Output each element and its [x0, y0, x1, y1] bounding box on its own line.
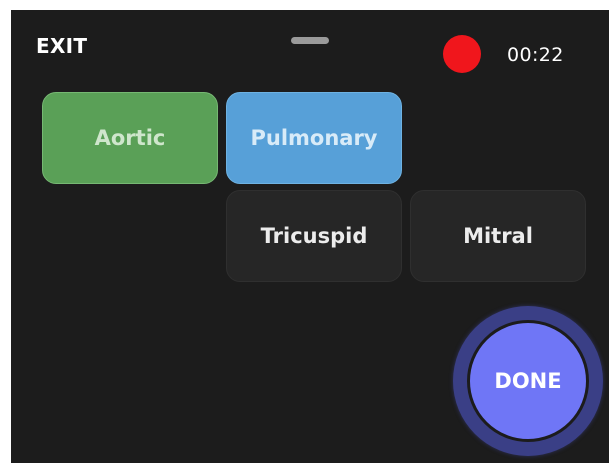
valve-label: Tricuspid	[260, 224, 368, 248]
app-screen: EXIT 00:22 Aortic Pulmonary Tricuspid Mi…	[11, 10, 609, 463]
done-label: DONE	[494, 369, 562, 393]
exit-button[interactable]: EXIT	[36, 34, 87, 58]
valve-label: Pulmonary	[250, 126, 378, 150]
valve-button-pulmonary[interactable]: Pulmonary	[226, 92, 402, 184]
valve-button-aortic[interactable]: Aortic	[42, 92, 218, 184]
drag-handle-icon[interactable]	[291, 37, 329, 44]
valve-label: Mitral	[463, 224, 533, 248]
valve-label: Aortic	[94, 126, 166, 150]
valve-button-tricuspid[interactable]: Tricuspid	[226, 190, 402, 282]
recording-timer: 00:22	[507, 44, 564, 66]
valve-button-mitral[interactable]: Mitral	[410, 190, 586, 282]
done-button[interactable]: DONE	[467, 320, 589, 442]
recording-indicator-icon	[443, 35, 481, 73]
